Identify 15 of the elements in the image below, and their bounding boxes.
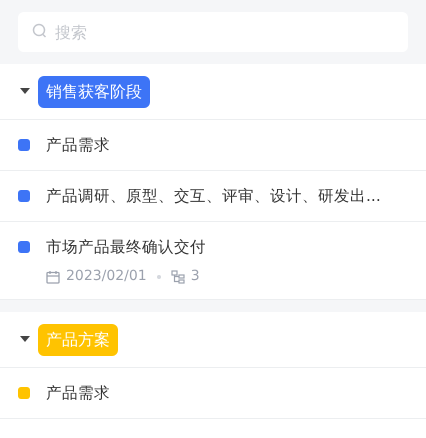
subtask-icon — [170, 270, 185, 284]
caret-icon[interactable] — [20, 88, 30, 95]
task-title[interactable]: 产品需求 — [46, 380, 110, 406]
task-title[interactable]: 产品调研、原型、交互、评审、设计、研发出... — [46, 183, 381, 209]
subtask-count: 3 — [190, 267, 200, 286]
caret-icon[interactable] — [20, 336, 30, 343]
search-field[interactable]: 搜索 — [18, 12, 408, 52]
group-tag: 销售获客阶段 — [38, 76, 150, 108]
calendar-icon — [46, 270, 60, 284]
due-date: 2023/02/01 — [66, 267, 147, 286]
task-title[interactable]: 产品需求 — [46, 132, 110, 158]
task-title[interactable]: 市场产品最终确认交付 — [46, 234, 206, 260]
search-icon — [32, 23, 49, 40]
separator-dot — [156, 274, 161, 278]
group-tag: 产品方案 — [38, 324, 118, 356]
